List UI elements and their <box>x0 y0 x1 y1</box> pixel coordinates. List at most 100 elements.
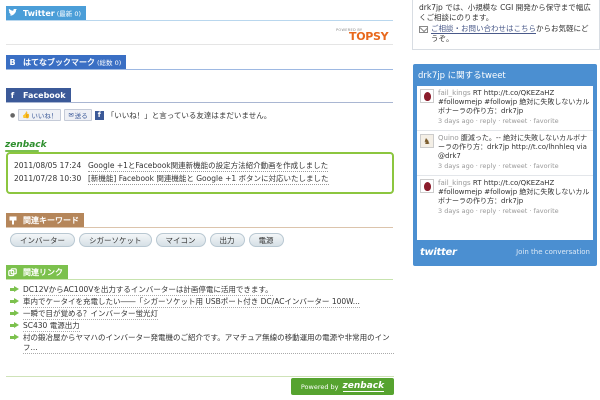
tweet-user[interactable]: Quino <box>438 134 459 142</box>
tweet-meta[interactable]: 3 days ago · reply · retweet · favorite <box>438 207 590 216</box>
facebook-send-button[interactable]: ✉ 送る <box>64 109 92 121</box>
contact-link[interactable]: ご相談・お問い合わせはこちら <box>431 24 536 34</box>
bullet-icon: ● <box>10 111 16 119</box>
join-conversation-link[interactable]: Join the conversation <box>516 248 590 256</box>
keyword-tag[interactable]: シガーソケット <box>79 233 152 247</box>
contact-intro-text: drk7jp では、小規模な CGI 開発から保守まで幅広くご相談にのります。 <box>419 3 591 22</box>
related-link[interactable]: SC430 電源出力 <box>23 321 80 332</box>
keywords-divider <box>6 227 393 228</box>
news-date: 2011/07/28 10:30 <box>14 174 82 183</box>
hatena-divider <box>6 69 393 70</box>
keywords-section-header: 関連キーワード <box>6 213 84 227</box>
news-title-link[interactable]: Google +1とFacebook関連新機能の設定方法紹介動画を作成しました <box>88 160 329 172</box>
hatena-section-header: B はてなブックマーク (総数 0) <box>6 55 127 69</box>
news-title-link[interactable]: [新機能] Facebook 関連機能と Google +1 ボタンに対応いたし… <box>88 173 329 185</box>
zenback-footer-logo: zenback <box>342 380 385 392</box>
keyword-list: インバーター シガーソケット マイコン 出力 電源 <box>10 233 284 247</box>
twitter-count[interactable]: (最新 0) <box>57 8 81 18</box>
twitter-section-header: Twitter (最新 0) <box>6 6 87 20</box>
like-label: いいね！ <box>31 112 58 120</box>
links-divider <box>6 279 393 280</box>
widget-footer: twitter Join the conversation <box>417 242 593 262</box>
news-row: 2011/07/28 10:30 [新機能] Facebook 関連機能と Go… <box>14 172 386 185</box>
contact-line: ご相談・お問い合わせはこちらからお気軽にどうぞ。 <box>419 24 593 44</box>
arrow-right-icon <box>10 334 19 341</box>
related-link-item: 村の鍛冶屋からヤマハのインバーター発電機のご紹介です。アマチュア無線の移動運用の… <box>10 333 394 355</box>
tweet-list: fail_kings RT http://t.co/QKEZaHZ #follo… <box>417 86 593 240</box>
facebook-section-title: Facebook <box>19 88 71 102</box>
facebook-friends-message: 「いいね！」と言っている友達はまだいません。 <box>106 110 272 120</box>
twitter-widget: drk7jp に関するtweet fail_kings RT http://t.… <box>413 64 597 266</box>
links-section-header: 関連リンク <box>6 265 68 279</box>
egg-avatar[interactable] <box>420 179 434 193</box>
twitter-logo[interactable]: twitter <box>420 247 457 258</box>
arrow-right-icon <box>10 310 19 317</box>
powered-by-zenback-button[interactable]: Powered by zenback <box>291 378 394 395</box>
sidebar: drk7jp では、小規模な CGI 開発から保守まで幅広くご相談にのります。 … <box>400 0 600 400</box>
related-link-item: 一瞬で目が覚める？インバーター蛍光灯 <box>10 309 394 321</box>
hatena-count[interactable]: (総数 0) <box>97 57 121 67</box>
related-link[interactable]: 車内でケータイを充電したい――「シガーソケット用 USBポート付き DC/ACイ… <box>23 297 360 308</box>
send-icon: ✉ <box>68 111 74 119</box>
twitter-divider <box>6 20 393 21</box>
arrow-right-icon <box>10 286 19 293</box>
tweet-meta[interactable]: 3 days ago · reply · retweet · favorite <box>438 162 590 171</box>
facebook-title-text: Facebook <box>23 90 66 100</box>
keyword-tag[interactable]: インバーター <box>10 233 75 247</box>
thumbs-up-icon: 👍 <box>22 111 31 119</box>
hatena-title-text: はてなブックマーク <box>23 57 95 67</box>
widget-title: drk7jp に関するtweet <box>418 71 506 81</box>
links-section-title: 関連リンク <box>19 265 68 279</box>
related-link[interactable]: DC12VからAC100Vを出力するインバーターは計画停電に活用できます。 <box>23 285 273 296</box>
tweet-body: fail_kings RT http://t.co/QKEZaHZ #follo… <box>438 89 590 127</box>
twitter-title-text: Twitter <box>23 8 55 18</box>
tweet-user[interactable]: fail_kings <box>438 179 471 187</box>
news-row: 2011/08/05 17:24 Google +1とFacebook関連新機能… <box>14 159 386 172</box>
twitter-bird-icon <box>6 6 19 20</box>
related-link[interactable]: 一瞬で目が覚める？インバーター蛍光灯 <box>23 309 158 320</box>
facebook-small-icon: f <box>94 110 104 120</box>
tweet-user[interactable]: fail_kings <box>438 89 471 97</box>
user-avatar[interactable]: ♞ <box>420 134 434 148</box>
tweet-body: fail_kings RT http://t.co/QKEZaHZ #follo… <box>438 179 590 233</box>
facebook-like-row: ● 👍 いいね！ ✉ 送る f 「いいね！」と言っている友達はまだいません。 <box>10 109 271 121</box>
topsy-logo[interactable]: POWERED BY TOPSY <box>336 28 393 43</box>
related-link-item: DC12VからAC100Vを出力するインバーターは計画停電に活用できます。 <box>10 285 394 297</box>
facebook-like-button[interactable]: 👍 いいね！ <box>18 109 62 121</box>
mail-icon <box>419 26 428 33</box>
main-column: Twitter (最新 0) POWERED BY TOPSY B はてなブック… <box>0 0 400 400</box>
zenback-news-box: 2011/08/05 17:24 Google +1とFacebook関連新機能… <box>6 152 394 194</box>
tweet-text: 腹減った。-- 絶対に失敗しないカルボナーラの作り方：drk7jp http:/… <box>438 134 588 160</box>
egg-avatar[interactable] <box>420 89 434 103</box>
hatena-section-title: はてなブックマーク (総数 0) <box>19 55 127 69</box>
arrow-right-icon <box>10 298 19 305</box>
topsy-divider <box>6 44 393 45</box>
arrow-right-icon <box>10 322 19 329</box>
hatena-b-icon: B <box>6 55 19 69</box>
facebook-f-icon: f <box>6 88 19 102</box>
facebook-section-header: f Facebook <box>6 88 71 102</box>
keyword-tag[interactable]: 電源 <box>248 233 284 247</box>
keyword-tag[interactable]: マイコン <box>155 233 206 247</box>
related-link-item: SC430 電源出力 <box>10 321 394 333</box>
contact-box: drk7jp では、小規模な CGI 開発から保守まで幅広くご相談にのります。 … <box>412 0 600 50</box>
links-title-text: 関連リンク <box>23 267 63 277</box>
zenback-logo[interactable]: zenback <box>5 140 47 152</box>
topsy-logo-text: TOPSY <box>349 30 389 43</box>
facebook-divider <box>6 102 393 103</box>
keywords-section-title: 関連キーワード <box>19 213 84 227</box>
tweet: fail_kings RT http://t.co/QKEZaHZ #follo… <box>417 86 593 131</box>
news-date: 2011/08/05 17:24 <box>14 161 82 170</box>
related-links-list: DC12VからAC100Vを出力するインバーターは計画停電に活用できます。 車内… <box>10 285 394 355</box>
footer-divider <box>6 376 394 377</box>
related-link-item: 車内でケータイを充電したい――「シガーソケット用 USBポート付き DC/ACイ… <box>10 297 394 309</box>
twitter-section-title: Twitter (最新 0) <box>19 6 87 20</box>
related-link[interactable]: 村の鍛冶屋からヤマハのインバーター発電機のご紹介です。アマチュア無線の移動運用の… <box>23 333 394 354</box>
link-icon <box>6 265 19 279</box>
send-label: 送る <box>74 112 88 120</box>
tweet: ♞ Quino 腹減った。-- 絶対に失敗しないカルボナーラの作り方：drk7j… <box>417 131 593 176</box>
tag-icon <box>6 213 19 227</box>
keyword-tag[interactable]: 出力 <box>209 233 245 247</box>
powered-by-label: Powered by <box>300 382 339 391</box>
tweet-meta[interactable]: 3 days ago · reply · retweet · favorite <box>438 117 590 126</box>
